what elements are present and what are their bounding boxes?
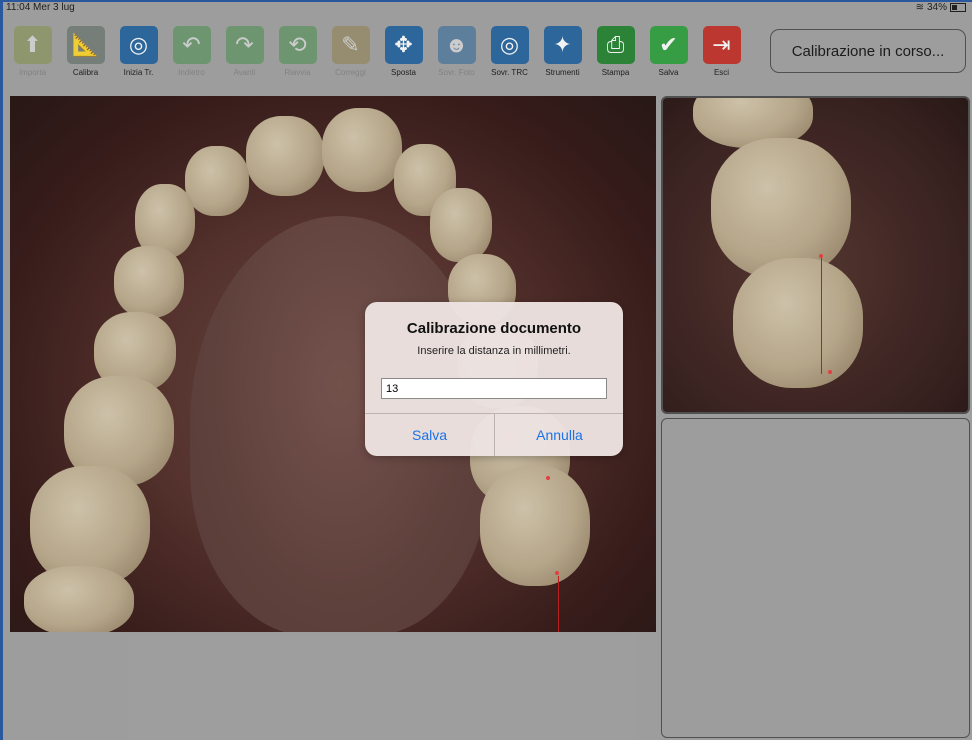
- save-check-icon: ✔: [649, 26, 688, 64]
- exit-button[interactable]: ⇥ Esci: [695, 20, 748, 92]
- battery-percent: 34%: [926, 2, 947, 13]
- restart-button[interactable]: ⟲ Riavvia: [271, 20, 324, 92]
- correct-icon: ✎: [331, 26, 370, 64]
- overlay-trc-icon: ◎: [490, 26, 529, 64]
- tools-wand-icon: ✦: [543, 26, 582, 64]
- calibration-dialog: Calibrazione documento Inserire la dista…: [365, 302, 623, 456]
- dialog-save-button[interactable]: Salva: [365, 414, 494, 456]
- overlay-photo-icon: ☻: [437, 26, 476, 64]
- undo-icon: ↶: [172, 26, 211, 64]
- tooth: [246, 116, 324, 196]
- start-trace-button[interactable]: ◎ Inizia Tr.: [112, 20, 165, 92]
- print-icon: ⎙: [596, 26, 635, 64]
- ruler-calibrate-icon: 📐: [66, 26, 105, 64]
- undo-button[interactable]: ↶ Indietro: [165, 20, 218, 92]
- folder-import-icon: ⬆: [13, 26, 52, 64]
- zoom-preview-panel: [661, 96, 970, 414]
- overlay-trc-label: Sovr. TRC: [491, 68, 528, 77]
- overlay-photo-button[interactable]: ☻ Sovr. Foto: [430, 20, 483, 92]
- calibration-point-start[interactable]: [546, 476, 550, 480]
- correct-button[interactable]: ✎ Correggi: [324, 20, 377, 92]
- calibration-line: [558, 576, 559, 632]
- exit-icon: ⇥: [702, 26, 741, 64]
- restart-icon: ⟲: [278, 26, 317, 64]
- start-trace-label: Inizia Tr.: [123, 68, 154, 77]
- tooth: [733, 258, 863, 388]
- start-trace-icon: ◎: [119, 26, 158, 64]
- overlay-trc-button[interactable]: ◎ Sovr. TRC: [483, 20, 536, 92]
- distance-mm-input[interactable]: [381, 378, 607, 399]
- secondary-panel: [661, 418, 970, 738]
- calibration-status-button[interactable]: Calibrazione in corso...: [770, 29, 966, 73]
- tooth: [711, 138, 851, 278]
- wifi-icon: ≋: [915, 2, 924, 13]
- import-button[interactable]: ⬆ Importa: [6, 20, 59, 92]
- exit-label: Esci: [713, 68, 730, 77]
- tooth: [24, 566, 134, 632]
- battery-icon: [950, 3, 966, 12]
- zoom-calibration-line: [821, 256, 822, 374]
- move-label: Sposta: [391, 68, 416, 77]
- tools-button[interactable]: ✦ Strumenti: [536, 20, 589, 92]
- status-time-date: 11:04 Mer 3 lug: [6, 2, 75, 13]
- tooth: [480, 466, 590, 586]
- save-label: Salva: [658, 68, 679, 77]
- toolbar: ⬆ Importa 📐 Calibra ◎ Inizia Tr. ↶ Indie…: [6, 20, 766, 92]
- move-icon: ✥: [384, 26, 423, 64]
- save-button[interactable]: ✔ Salva: [642, 20, 695, 92]
- correct-label: Correggi: [335, 68, 366, 77]
- calibrate-button[interactable]: 📐 Calibra: [59, 20, 112, 92]
- overlay-photo-label: Sovr. Foto: [438, 68, 475, 77]
- dialog-title: Calibrazione documento: [406, 320, 582, 337]
- calibration-point-end[interactable]: [555, 571, 559, 575]
- dialog-message: Inserire la distanza in millimetri.: [417, 345, 571, 357]
- redo-label: Avanti: [233, 68, 256, 77]
- tooth: [322, 108, 402, 192]
- print-label: Stampa: [601, 68, 630, 77]
- zoom-calibration-point-start: [819, 254, 823, 258]
- zoom-calibration-point-end: [828, 370, 832, 374]
- undo-label: Indietro: [178, 68, 205, 77]
- redo-icon: ↷: [225, 26, 264, 64]
- redo-button[interactable]: ↷ Avanti: [218, 20, 271, 92]
- print-button[interactable]: ⎙ Stampa: [589, 20, 642, 92]
- restart-label: Riavvia: [284, 68, 311, 77]
- window-frame-left: [0, 0, 3, 740]
- dialog-cancel-button[interactable]: Annulla: [495, 414, 623, 456]
- calibrate-label: Calibra: [72, 68, 99, 77]
- battery-indicator: ≋ 34%: [916, 2, 966, 13]
- tooth: [430, 188, 492, 262]
- move-button[interactable]: ✥ Sposta: [377, 20, 430, 92]
- tools-label: Strumenti: [545, 68, 580, 77]
- tooth: [114, 246, 184, 318]
- import-label: Importa: [18, 68, 47, 77]
- status-bar: 11:04 Mer 3 lug ≋ 34%: [6, 2, 966, 16]
- tooth: [185, 146, 249, 216]
